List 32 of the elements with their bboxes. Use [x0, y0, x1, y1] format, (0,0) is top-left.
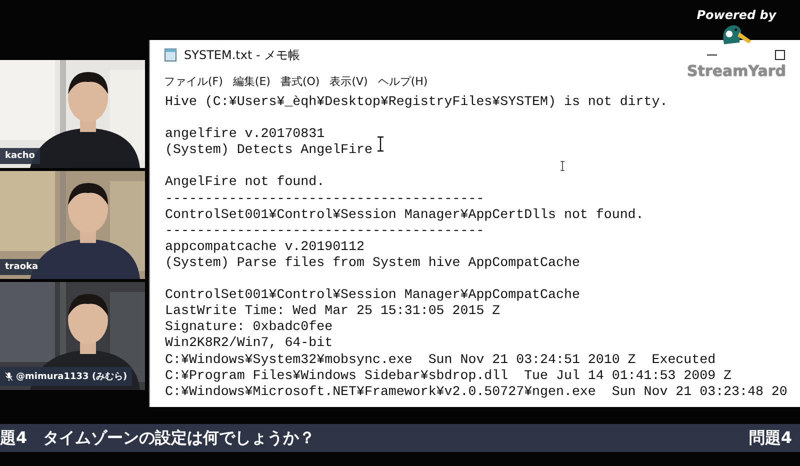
text-line: ---------------------------------------- [165, 222, 484, 238]
question-label: 問題4 [748, 428, 792, 448]
menu-item[interactable]: ヘルプ(H) [378, 74, 428, 88]
ticker-text: 題4 タイムゾーンの設定は何でしょうか？ [0, 428, 316, 448]
text-line: angelfire v.20170831 [165, 126, 325, 142]
participant-name: kacho [0, 148, 40, 164]
text-line: AngelFire not found. [165, 174, 325, 190]
text-line: LastWrite Time: Wed Mar 25 15:31:05 2015 Z [165, 303, 500, 318]
text-line: ---------------------------------------- [165, 190, 484, 206]
menu-item[interactable]: 書式(O) [280, 74, 320, 88]
text-line: Win2K8R2/Win7, 64-bit [165, 335, 333, 350]
window-title: SYSTEM.txt - メモ帳 [184, 46, 300, 64]
text-line: C:¥Program Files¥Windows Sidebar¥sbdrop.dll Tue Jul 14 01:41:53 2009 Z [165, 368, 732, 383]
text-line: C:¥Windows¥Microsoft.NET¥Framework¥v2.0.50727¥ngen.exe Sun Nov 21 03:23:48 20 [165, 384, 788, 399]
powered-by-label: Powered by [696, 8, 776, 22]
text-line: ControlSet001¥Control¥Session Manager¥AppCertDlls not found. [165, 206, 644, 222]
text-cursor-icon [377, 136, 384, 152]
text-line: appcompatcache v.20190112 [165, 238, 364, 254]
text-line: (System) Detects AngelFire [165, 142, 372, 158]
menu-item[interactable]: ファイル(F) [164, 74, 223, 88]
text-cursor-icon [560, 161, 565, 171]
text-line: Hive (C:¥Users¥_èqh¥Desktop¥RegistryFiles¥SYSTEM) is not dirty. [165, 94, 668, 109]
text-line: ControlSet001¥Control¥Session Manager¥AppCompatCache [165, 287, 580, 302]
participant-name: @mimura1133 (みむら) [0, 367, 132, 386]
notepad-icon [164, 48, 178, 62]
text-line: (System) Parse files from System hive AppCompatCache [165, 254, 580, 270]
menu-item[interactable]: 表示(V) [330, 74, 368, 88]
menu-item[interactable]: 編集(E) [232, 74, 270, 88]
text-line: Signature: 0xbadc0fee [165, 319, 333, 334]
brand-name: StreamYard [686, 62, 786, 80]
maximize-icon[interactable] [774, 49, 786, 61]
text-line: C:¥Windows¥System32¥mobsync.exe Sun Nov 21 03:24:51 2010 Z Executed [165, 352, 716, 366]
